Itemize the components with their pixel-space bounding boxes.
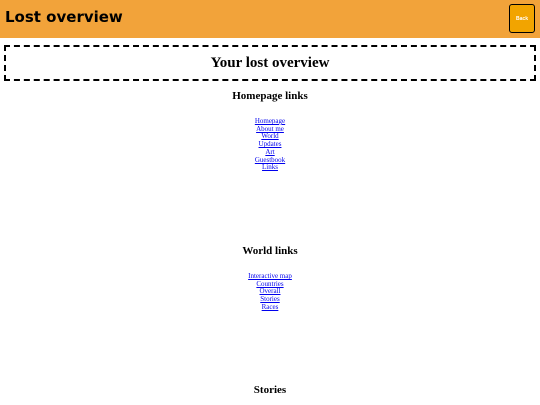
homepage-links-section: Homepage links Homepage About me World U… (0, 89, 540, 172)
section-heading: Homepage links (232, 90, 308, 102)
link-links[interactable]: Links (262, 163, 278, 171)
stories-section: Stories (0, 383, 540, 397)
section-heading: Stories (253, 384, 287, 396)
section-heading: World links (242, 245, 298, 257)
page-title-box: Your lost overview (4, 45, 536, 81)
back-button[interactable]: Back (509, 4, 535, 33)
link-list: Homepage About me World Updates Art Gues… (0, 117, 540, 172)
link-list: Interactive map Countries Overall Storie… (0, 272, 540, 312)
world-links-section: World links Interactive map Countries Ov… (0, 244, 540, 312)
link-races[interactable]: Races (262, 303, 279, 311)
header-title: Lost overview (5, 8, 123, 26)
page-title: Your lost overview (210, 54, 330, 71)
list-item: Races (0, 303, 540, 312)
top-header: Lost overview Back (0, 0, 540, 38)
list-item: Links (0, 163, 540, 172)
